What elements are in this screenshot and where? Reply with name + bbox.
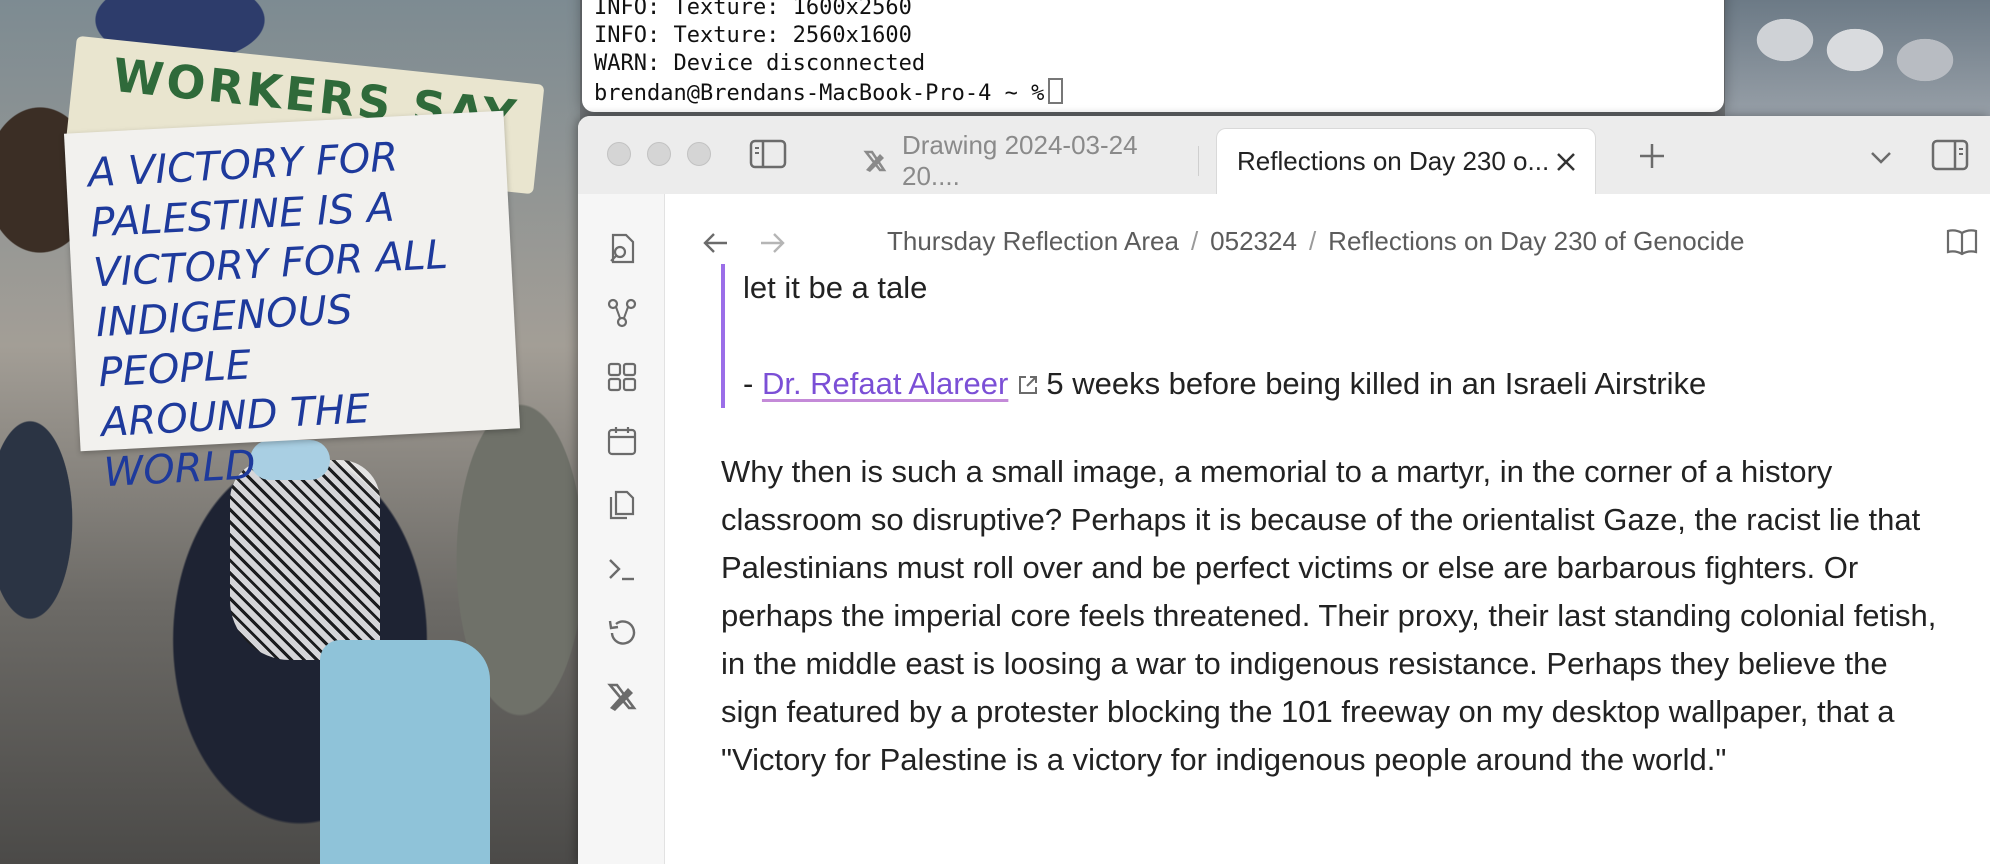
left-sidebar-toggle-icon[interactable] (748, 138, 788, 170)
breadcrumb-item[interactable]: Thursday Reflection Area (887, 226, 1179, 257)
breadcrumb-separator: / (1308, 226, 1317, 256)
editor-pane: Thursday Reflection Area / 052324 / Refl… (665, 194, 1990, 864)
command-palette-icon[interactable] (605, 552, 639, 586)
new-tab-icon[interactable] (1636, 140, 1668, 172)
tab-label: Reflections on Day 230 o... (1237, 146, 1550, 176)
breadcrumb-separator: / (1190, 226, 1199, 256)
terminal-line: INFO: Texture: 2560x1600 (594, 23, 912, 48)
quick-switcher-icon[interactable] (605, 232, 639, 266)
terminal-prompt-line[interactable]: brendan@Brendans-MacBook-Pro-4 ~ % (594, 78, 1064, 106)
terminal-output: INFO: Texture: 1600x2560 INFO: Texture: … (594, 0, 1064, 106)
tab-divider (1198, 146, 1199, 176)
reading-view-icon[interactable] (1945, 226, 1979, 258)
breadcrumb-item[interactable]: 052324 (1210, 226, 1297, 257)
history-icon[interactable] (605, 616, 639, 650)
note-body[interactable]: let it be a tale - Dr. Refaat Alareer 5 … (721, 264, 1961, 815)
excalidraw-icon (862, 148, 888, 174)
graph-view-icon[interactable] (605, 296, 639, 330)
blockquote: let it be a tale - Dr. Refaat Alareer 5 … (721, 264, 1961, 408)
wallpaper-protest-sign: A VICTORY FOR PALESTINE IS A VICTORY FOR… (63, 110, 521, 496)
excalidraw-icon[interactable] (605, 680, 639, 714)
paragraph: Why then is such a small image, a memori… (721, 454, 1937, 777)
title-bar: Drawing 2024-03-24 20.... Reflections on… (578, 116, 1990, 195)
daily-note-icon[interactable] (605, 424, 639, 458)
close-window-button[interactable] (607, 142, 631, 166)
zoom-window-button[interactable] (687, 142, 711, 166)
quote-attribution-text: 5 weeks before being killed in an Israel… (1046, 366, 1707, 401)
quote-dash: - (743, 366, 762, 401)
chevron-down-icon[interactable] (1866, 142, 1896, 172)
tab-label: Drawing 2024-03-24 20.... (902, 130, 1138, 191)
tab-drawing[interactable]: Drawing 2024-03-24 20.... (836, 128, 1186, 194)
obsidian-window: Drawing 2024-03-24 20.... Reflections on… (578, 116, 1990, 864)
templates-icon[interactable] (605, 488, 639, 522)
wallpaper-bag (320, 640, 490, 864)
wallpaper-sign-text: A VICTORY FOR PALESTINE IS A VICTORY FOR… (86, 134, 449, 497)
external-link-icon (1016, 363, 1040, 394)
terminal-line: WARN: Device disconnected (594, 51, 926, 76)
canvas-icon[interactable] (605, 360, 639, 394)
terminal-prompt: brendan@Brendans-MacBook-Pro-4 ~ % (594, 81, 1045, 106)
quote-line: let it be a tale (743, 270, 928, 305)
terminal-window[interactable]: INFO: Texture: 1600x2560 INFO: Texture: … (582, 0, 1724, 112)
tab-reflections[interactable]: Reflections on Day 230 o... (1216, 128, 1596, 194)
terminal-line: INFO: Texture: 1600x2560 (594, 0, 912, 20)
breadcrumb-item[interactable]: Reflections on Day 230 of Genocide (1328, 226, 1744, 257)
close-tab-icon[interactable] (1551, 147, 1581, 177)
wallpaper-traffic (1725, 0, 1990, 120)
quote-attribution: - Dr. Refaat Alareer 5 weeks before bein… (743, 360, 1961, 408)
ribbon (578, 194, 665, 864)
minimize-window-button[interactable] (647, 142, 671, 166)
back-arrow-icon[interactable] (701, 228, 731, 258)
forward-arrow-icon[interactable] (757, 228, 787, 258)
terminal-cursor (1048, 78, 1064, 104)
right-sidebar-toggle-icon[interactable] (1930, 138, 1970, 172)
breadcrumb: Thursday Reflection Area / 052324 / Refl… (887, 226, 1744, 257)
external-link[interactable]: Dr. Refaat Alareer (762, 366, 1008, 401)
